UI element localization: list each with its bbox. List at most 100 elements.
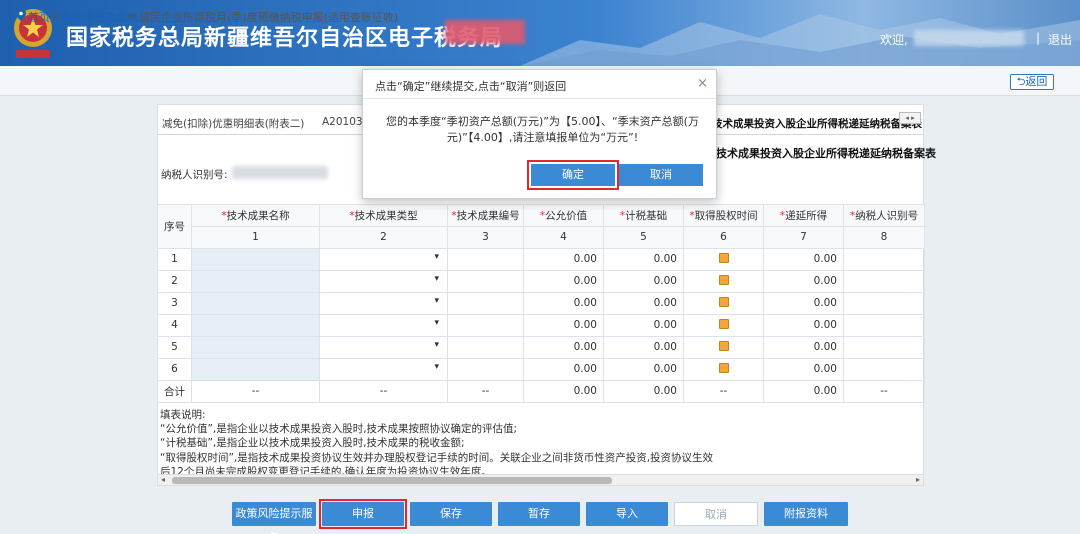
logout-link[interactable]: 退出 [1048, 31, 1072, 48]
tech-name-input[interactable] [191, 335, 320, 359]
tax-basis-input[interactable]: 0.00 [603, 269, 684, 293]
close-icon[interactable]: × [697, 76, 708, 91]
equity-date-input[interactable] [683, 269, 764, 293]
tech-type-select[interactable] [319, 269, 448, 293]
col-number: 3 [447, 225, 524, 249]
equity-date-input[interactable] [683, 247, 764, 271]
breadcrumb-separator: > [128, 9, 138, 22]
tech-name-input[interactable] [191, 357, 320, 381]
header-fair-value: *公允价值 [523, 203, 604, 227]
deferred-income-input[interactable]: 0.00 [763, 335, 844, 359]
breadcrumb-tax-filing[interactable]: 税费申报及缴纳 [61, 9, 138, 25]
scroll-left-arrow-icon[interactable]: ◂ [161, 475, 165, 484]
calendar-icon[interactable] [718, 252, 729, 263]
tech-number-input[interactable] [447, 269, 524, 293]
deferred-income-input[interactable]: 0.00 [763, 291, 844, 315]
total-tax-basis: 0.00 [603, 379, 684, 403]
table-row: 6 0.00 0.00 0.00 [157, 357, 925, 381]
redacted-username [914, 30, 1024, 46]
tab-tech-investment-deferral[interactable]: 技术成果投资入股企业所得税递延纳税备案表 [712, 116, 922, 131]
tax-basis-input[interactable]: 0.00 [603, 335, 684, 359]
import-button[interactable]: 导入 [586, 502, 668, 526]
deferred-income-input[interactable]: 0.00 [763, 269, 844, 293]
scroll-right-arrow-icon[interactable]: ▸ [916, 475, 920, 484]
taxpayer-id-input[interactable] [843, 335, 925, 359]
draft-button[interactable]: 暂存 [498, 502, 580, 526]
tax-basis-input[interactable]: 0.00 [603, 291, 684, 315]
equity-date-input[interactable] [683, 313, 764, 337]
ok-highlight-box [527, 160, 619, 190]
taxpayer-id-input[interactable] [843, 357, 925, 381]
redacted-taxpayer-id [232, 166, 328, 179]
submit-highlight-box [319, 499, 407, 529]
header-seq: 序号 [157, 203, 192, 249]
tech-number-input[interactable] [447, 313, 524, 337]
calendar-icon[interactable] [718, 340, 729, 351]
header-tech-name: *技术成果名称 [191, 203, 320, 227]
notes-line: “计税基础”,是指企业以技术成果投资入股时,技术成果的税收金额; [160, 437, 465, 450]
redacted-region-name [445, 20, 525, 44]
calendar-icon[interactable] [718, 362, 729, 373]
fair-value-input[interactable]: 0.00 [523, 269, 604, 293]
confirm-dialog: 点击“确定”继续提交,点击“取消”则返回 × 您的本季度“季初资产总额(万元)”… [362, 69, 717, 199]
taxpayer-id-input[interactable] [843, 291, 925, 315]
equity-date-input[interactable] [683, 357, 764, 381]
scrollbar-thumb[interactable] [172, 477, 612, 484]
fair-value-input[interactable]: 0.00 [523, 291, 604, 315]
calendar-icon[interactable] [718, 274, 729, 285]
taxpayer-id-input[interactable] [843, 247, 925, 271]
tech-number-input[interactable] [447, 291, 524, 315]
fair-value-input[interactable]: 0.00 [523, 335, 604, 359]
total-dash: -- [191, 379, 320, 403]
tech-number-input[interactable] [447, 357, 524, 381]
header-tech-type: *技术成果类型 [319, 203, 448, 227]
equity-date-input[interactable] [683, 291, 764, 315]
tech-type-select[interactable] [319, 357, 448, 381]
header-deferred-income: *递延所得 [763, 203, 844, 227]
header-separator: | [1036, 31, 1041, 45]
taxpayer-id-input[interactable] [843, 269, 925, 293]
tab-scroll-arrows-icon[interactable]: ◂ ▸ [899, 112, 921, 124]
tech-name-input[interactable] [191, 291, 320, 315]
cancel-button[interactable]: 取消 [674, 502, 758, 526]
tax-basis-input[interactable]: 0.00 [603, 313, 684, 337]
tech-type-select[interactable] [319, 313, 448, 337]
tech-number-input[interactable] [447, 247, 524, 271]
calendar-icon[interactable] [718, 296, 729, 307]
save-button[interactable]: 保存 [410, 502, 492, 526]
tab-schedule-2[interactable]: 减免(扣除)优惠明细表(附表二) [162, 116, 304, 131]
tech-type-select[interactable] [319, 247, 448, 271]
back-button[interactable]: ⮌返回 [1010, 74, 1054, 90]
deferred-income-input[interactable]: 0.00 [763, 247, 844, 271]
header-equity-date: *取得股权时间 [683, 203, 764, 227]
policy-risk-button[interactable]: 政策风险提示服务 [232, 502, 316, 534]
tech-type-select[interactable] [319, 291, 448, 315]
col-number: 8 [843, 225, 925, 249]
row-number: 6 [157, 357, 192, 381]
fair-value-input[interactable]: 0.00 [523, 357, 604, 381]
fair-value-input[interactable]: 0.00 [523, 313, 604, 337]
attachments-button[interactable]: 附报资料 [764, 502, 848, 526]
header-tech-number: *技术成果编号 [447, 203, 524, 227]
fair-value-input[interactable]: 0.00 [523, 247, 604, 271]
tech-type-select[interactable] [319, 335, 448, 359]
tech-name-input[interactable] [191, 269, 320, 293]
total-deferred-income: 0.00 [763, 379, 844, 403]
taxpayer-id-input[interactable] [843, 313, 925, 337]
breadcrumb-home[interactable]: 首页 [28, 9, 50, 25]
calendar-icon[interactable] [718, 318, 729, 329]
tech-number-input[interactable] [447, 335, 524, 359]
tech-name-input[interactable] [191, 313, 320, 337]
col-number: 7 [763, 225, 844, 249]
table-row: 3 0.00 0.00 0.00 [157, 291, 925, 315]
equity-date-input[interactable] [683, 335, 764, 359]
tax-basis-input[interactable]: 0.00 [603, 247, 684, 271]
tax-basis-input[interactable]: 0.00 [603, 357, 684, 381]
deferred-income-input[interactable]: 0.00 [763, 357, 844, 381]
horizontal-scrollbar[interactable]: ◂ ▸ [157, 474, 924, 486]
deferred-income-input[interactable]: 0.00 [763, 313, 844, 337]
dialog-cancel-button[interactable]: 取消 [619, 164, 703, 186]
location-pin-icon [16, 9, 26, 21]
table-title: 技术成果投资入股企业所得税递延纳税备案表 [716, 147, 936, 160]
tech-name-input[interactable] [191, 247, 320, 271]
